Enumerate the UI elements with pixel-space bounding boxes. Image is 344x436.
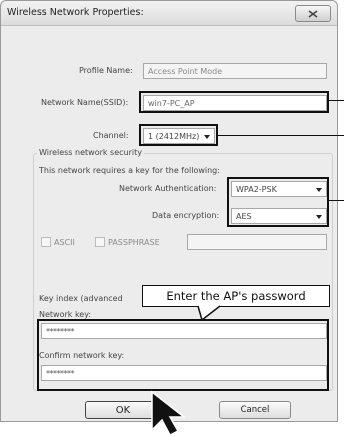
profile-name-field: Access Point Mode <box>143 63 327 79</box>
requires-key-text: This network requires a key for the foll… <box>39 166 220 175</box>
password-callout: Enter the AP's password <box>142 285 330 307</box>
security-group-label: Wireless network security <box>37 148 144 157</box>
ssid-label: Network Name(SSID): <box>41 98 129 107</box>
title-bar: Wireless Network Properties: <box>1 1 337 26</box>
ssid-leader-line <box>329 100 344 101</box>
security-leader-line <box>329 200 344 201</box>
network-key-label: Network key: <box>39 310 92 319</box>
ascii-checkbox[interactable] <box>41 237 51 247</box>
key-highlight <box>37 319 329 391</box>
close-icon <box>308 9 318 18</box>
key-index-label: Key index (advanced <box>39 294 123 303</box>
security-highlight <box>227 177 329 227</box>
auth-label: Network Authentication: <box>119 184 217 193</box>
window-title: Wireless Network Properties: <box>7 7 144 18</box>
channel-label: Channel: <box>93 131 129 140</box>
passphrase-label: PASSPHRASE <box>108 238 160 247</box>
passphrase-checkbox[interactable] <box>95 237 105 247</box>
ssid-highlight <box>139 91 329 113</box>
profile-name-label: Profile Name: <box>79 66 133 75</box>
callout-pointer <box>197 305 221 321</box>
close-button[interactable] <box>295 5 331 22</box>
ascii-label: ASCII <box>54 238 75 247</box>
encryption-label: Data encryption: <box>152 211 220 220</box>
cancel-button[interactable]: Cancel <box>219 401 291 419</box>
channel-leader-line <box>218 135 344 136</box>
mouse-pointer-icon <box>151 390 187 436</box>
passphrase-field <box>187 234 327 250</box>
channel-highlight <box>139 124 218 146</box>
